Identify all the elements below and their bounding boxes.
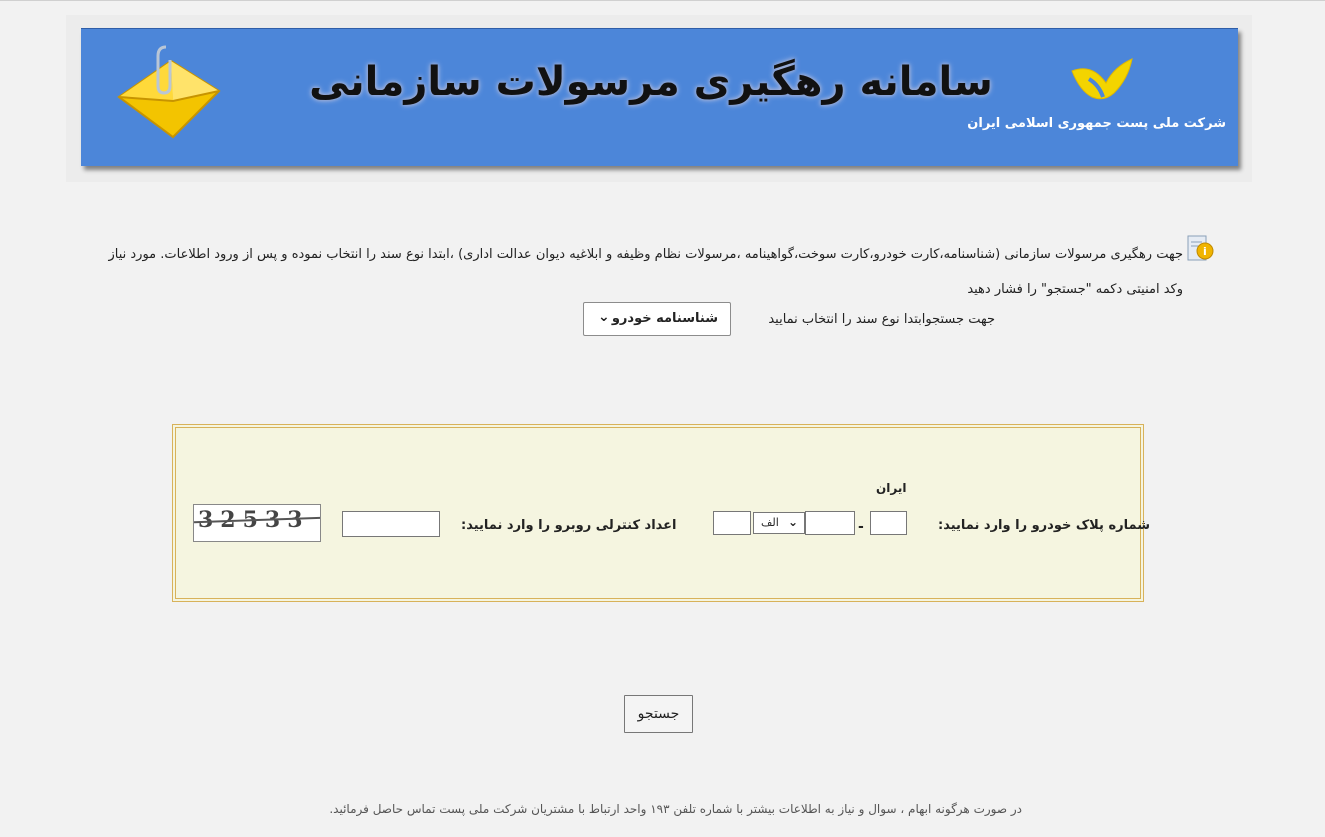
banner-title: سامانه رهگیری مرسولات سازمانی <box>309 59 993 105</box>
mail-envelope-icon <box>111 39 231 143</box>
captcha-input[interactable] <box>342 511 440 537</box>
company-name: شرکت ملی پست جمهوری اسلامی ایران <box>967 116 1226 131</box>
plate-first-digits-input[interactable] <box>713 511 751 535</box>
plate-dash: - <box>858 519 864 535</box>
doc-type-select[interactable]: شناسنامه خودرو ⌄ <box>583 302 731 336</box>
captcha-image: 32533 <box>193 504 321 542</box>
doc-type-row: جهت جستجوابتدا نوع سند را انتخاب نمایید … <box>583 302 1003 338</box>
plate-letter-select[interactable]: الف ⌄ <box>753 512 805 534</box>
doc-type-label: جهت جستجوابتدا نوع سند را انتخاب نمایید <box>768 312 995 327</box>
iran-label: ایران <box>876 481 907 495</box>
plate-iran-code-input[interactable] <box>870 511 907 535</box>
svg-text:i: i <box>1203 245 1207 258</box>
search-form: ایران شماره پلاک خودرو را وارد نمایید: -… <box>172 424 1150 602</box>
header-banner: سامانه رهگیری مرسولات سازمانی شرکت ملی پ… <box>81 28 1238 166</box>
doc-type-selected: شناسنامه خودرو <box>611 311 718 326</box>
plate-letter-value: الف <box>761 516 779 529</box>
search-button[interactable]: جستجو <box>624 695 693 733</box>
captcha-label: اعداد کنترلی روبرو را وارد نمایید: <box>461 518 677 533</box>
intro-text: جهت رهگیری مرسولات سازمانی (شناسنامه،کار… <box>108 247 1183 297</box>
chevron-down-icon: ⌄ <box>598 309 610 325</box>
plate-number-input[interactable] <box>805 511 855 535</box>
info-icon: i <box>1186 234 1214 268</box>
post-logo-icon <box>1067 57 1137 113</box>
plate-label: شماره پلاک خودرو را وارد نمایید: <box>938 518 1150 533</box>
footer-note: در صورت هرگونه ابهام ، سوال و نیاز به اط… <box>329 802 1022 816</box>
chevron-down-icon: ⌄ <box>788 515 799 529</box>
